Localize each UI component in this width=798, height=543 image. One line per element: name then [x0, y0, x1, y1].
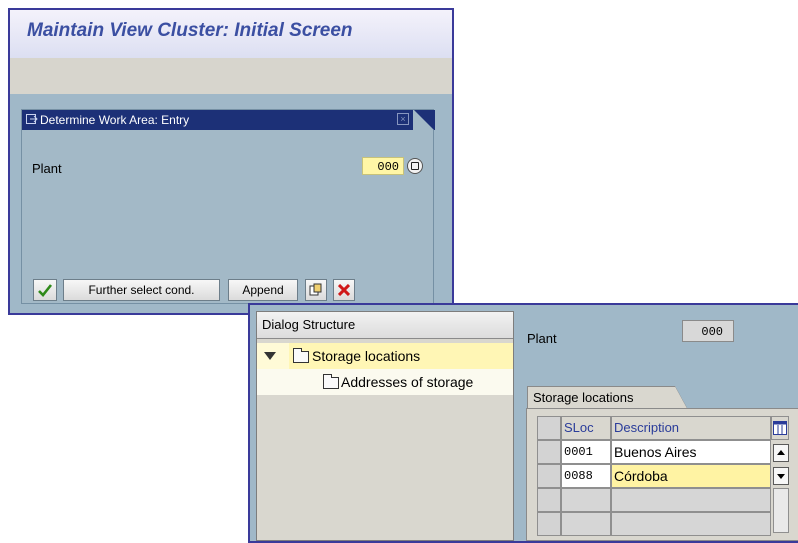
window-title-bar: Maintain View Cluster: Initial Screen: [10, 10, 452, 58]
empty-cell: [611, 512, 771, 536]
copy-icon: [309, 283, 322, 296]
select-all-cell[interactable]: [537, 416, 561, 440]
dialog-title-corner: [413, 110, 435, 130]
continue-button[interactable]: [33, 279, 57, 301]
row-selector[interactable]: [537, 512, 561, 536]
row-selector[interactable]: [537, 464, 561, 488]
dialog-structure-title: Dialog Structure: [262, 317, 356, 332]
plant-label: Plant: [32, 161, 62, 176]
scroll-up-button[interactable]: [773, 444, 789, 462]
tree-item-storage-locations[interactable]: Storage locations: [257, 343, 513, 369]
plant-value-help-icon[interactable]: [407, 158, 423, 174]
sloc-cell[interactable]: 0088: [561, 464, 611, 488]
empty-cell: [611, 488, 771, 512]
further-select-label: Further select cond.: [88, 283, 195, 297]
arrow-down-icon: [777, 474, 785, 479]
empty-cell: [561, 488, 611, 512]
arrow-up-icon: [777, 450, 785, 455]
empty-cell: [561, 512, 611, 536]
cancel-button[interactable]: [333, 279, 355, 301]
expand-triangle-icon[interactable]: [264, 352, 276, 360]
column-header-sloc[interactable]: SLoc: [561, 416, 611, 440]
append-button[interactable]: Append: [228, 279, 298, 301]
folder-icon: [323, 374, 339, 389]
dialog-title-bar: Determine Work Area: Entry ×: [22, 110, 433, 130]
maintain-view-cluster-window: Maintain View Cluster: Initial Screen De…: [8, 8, 454, 315]
description-cell[interactable]: Buenos Aires: [611, 440, 771, 464]
tab-edge: [675, 386, 687, 408]
scrollbar-track[interactable]: [773, 488, 789, 533]
toolbar: [10, 58, 452, 94]
dialog-structure-panel: Dialog Structure Storage locations Addre…: [256, 311, 514, 541]
folder-open-icon: [293, 348, 309, 363]
tab-label: Storage locations: [533, 390, 634, 405]
table-settings-button[interactable]: [771, 416, 789, 440]
plant-label: Plant: [527, 331, 557, 346]
plant-input[interactable]: 000: [362, 157, 404, 175]
dialog-icon: [26, 114, 38, 124]
dialog-close-icon[interactable]: ×: [397, 113, 409, 125]
column-header-description[interactable]: Description: [611, 416, 771, 440]
row-selector[interactable]: [537, 488, 561, 512]
scroll-down-button[interactable]: [773, 467, 789, 485]
further-select-conditions-button[interactable]: Further select cond.: [63, 279, 220, 301]
storage-locations-table: SLoc Description 0001 Buenos Aires 0088 …: [526, 408, 798, 541]
determine-work-area-dialog: Determine Work Area: Entry × Plant 000 F…: [21, 109, 435, 304]
dialog-title: Determine Work Area: Entry: [40, 113, 190, 127]
row-selector[interactable]: [537, 440, 561, 464]
description-cell[interactable]: Córdoba: [611, 464, 771, 488]
maintain-storage-locations-window: Dialog Structure Storage locations Addre…: [248, 303, 798, 543]
tab-storage-locations[interactable]: Storage locations: [527, 386, 677, 408]
tree-item-addresses-of-storage[interactable]: Addresses of storage: [257, 369, 513, 395]
append-label: Append: [242, 283, 284, 297]
sloc-cell[interactable]: 0001: [561, 440, 611, 464]
other-button[interactable]: [305, 279, 327, 301]
tree-item-label: Addresses of storage: [341, 374, 474, 390]
checkmark-icon: [38, 284, 53, 297]
window-title: Maintain View Cluster: Initial Screen: [27, 20, 353, 41]
dialog-structure-header: Dialog Structure: [257, 312, 513, 339]
tree-item-label: Storage locations: [312, 348, 421, 364]
table-settings-icon: [773, 421, 787, 435]
cancel-x-icon: [337, 283, 351, 297]
plant-display-field: 000: [682, 320, 734, 342]
